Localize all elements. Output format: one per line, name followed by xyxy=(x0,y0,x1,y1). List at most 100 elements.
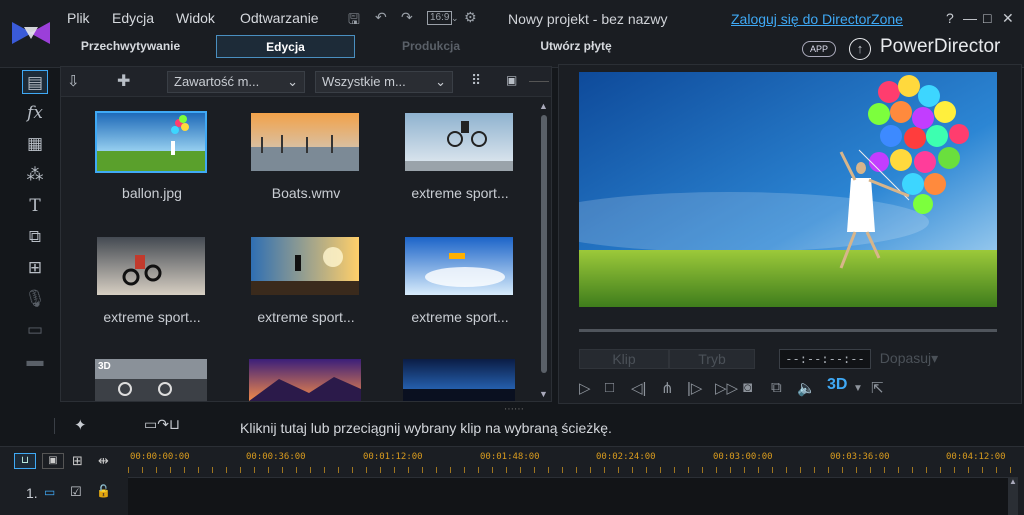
scroll-down-icon[interactable]: ▼ xyxy=(539,389,548,399)
timeline-scrollbar[interactable]: ▲ xyxy=(1008,477,1018,515)
3d-mode-button[interactable]: 3D xyxy=(827,376,847,394)
ruler-tick-label: 00:01:48:00 xyxy=(480,452,540,462)
next-frame-icon[interactable]: |▷ xyxy=(687,379,702,397)
thumbnail-extreme-sport-skydive[interactable] xyxy=(403,235,515,297)
thumbnail-night-sky[interactable] xyxy=(403,359,515,401)
scroll-up-icon[interactable]: ▲ xyxy=(539,101,548,111)
movie-mode-button[interactable]: Tryb xyxy=(669,349,755,369)
snapshot-camera-icon[interactable]: ◙ xyxy=(743,379,752,396)
chevron-down-icon[interactable]: ⌄ xyxy=(451,13,459,24)
storyboard-view-icon[interactable]: ▣ xyxy=(42,453,64,469)
thumbnail-size-icon[interactable]: ▣ xyxy=(506,73,517,87)
thumbnail-balloon[interactable] xyxy=(95,111,207,173)
scroll-up-icon[interactable]: ▲ xyxy=(1009,477,1017,486)
menu-view[interactable]: Widok xyxy=(176,10,215,26)
thumbnail-boats[interactable] xyxy=(249,111,361,173)
fit-timeline-icon[interactable]: ⇹ xyxy=(98,453,109,469)
undo-icon[interactable]: ↶ xyxy=(375,9,387,26)
track-manager-icon[interactable]: ⊞ xyxy=(72,453,83,469)
thumbnail-sunset[interactable] xyxy=(249,359,361,401)
timeline-hint: Kliknij tutaj lub przeciągnij wybrany kl… xyxy=(240,420,612,436)
scrollbar-thumb[interactable] xyxy=(541,115,547,373)
timeline-view-icon[interactable]: ⊔ xyxy=(14,453,36,469)
gear-icon[interactable]: ⚙ xyxy=(464,9,477,26)
pip-objects-icon[interactable]: ▦ xyxy=(22,132,48,156)
directorzone-login-link[interactable]: Zaloguj się do DirectorZone xyxy=(731,11,903,27)
volume-icon[interactable]: 🔈 xyxy=(797,379,816,397)
microphone-icon[interactable]: 🎙 xyxy=(22,287,48,311)
split-icon[interactable]: ⋔ xyxy=(661,379,674,397)
upgrade-arrow-icon[interactable]: ↑ xyxy=(849,38,871,60)
library-scrollbar[interactable]: ▲ ▼ xyxy=(539,101,549,401)
tab-produce[interactable]: Produkcja xyxy=(366,35,496,58)
close-button[interactable]: ✕ xyxy=(1002,10,1014,27)
thumbnail-3d-bikes[interactable]: 3D xyxy=(95,359,207,401)
lock-icon[interactable]: 🔓 xyxy=(96,484,111,498)
menu-file[interactable]: Plik xyxy=(67,10,90,26)
ruler-tick-label: 00:02:24:00 xyxy=(596,452,656,462)
app-badge[interactable]: APP xyxy=(802,41,836,57)
library-item[interactable]: ballon.jpg xyxy=(77,111,227,226)
thumbnail-extreme-sport-bmx[interactable] xyxy=(403,111,515,173)
undock-preview-icon[interactable]: ⇱ xyxy=(871,379,884,397)
slideshow-storyboard-icon[interactable]: ▭↷⊔ xyxy=(144,416,180,433)
help-button[interactable]: ? xyxy=(946,10,954,26)
stop-icon[interactable]: □ xyxy=(605,379,614,396)
save-icon[interactable]: 🖫 xyxy=(348,9,360,33)
thumbnail-extreme-sport-skate[interactable] xyxy=(249,235,361,297)
filter-dropdown[interactable]: Wszystkie m... ⌄ xyxy=(315,71,453,93)
timecode-display[interactable]: --:--:--:-- xyxy=(779,349,871,369)
previous-frame-icon[interactable]: ◁| xyxy=(631,379,646,397)
maximize-button[interactable]: □ xyxy=(983,10,991,26)
video-track-icon[interactable]: ▭ xyxy=(44,485,55,499)
video-track-1[interactable] xyxy=(128,477,1008,515)
plugin-puzzle-icon[interactable]: ✚ xyxy=(117,71,130,91)
timeline-panel: ⊔ ▣ ⊞ ⇹ 00:00:00:00 00:00:36:00 00:01:12… xyxy=(0,446,1024,515)
library-item[interactable]: extreme sport... xyxy=(77,235,227,350)
tab-edit[interactable]: Edycja xyxy=(216,35,355,58)
redo-icon[interactable]: ↷ xyxy=(401,9,413,26)
timeline-ruler[interactable]: 00:00:00:00 00:00:36:00 00:01:12:00 00:0… xyxy=(128,447,1024,475)
fit-dropdown[interactable]: Dopasuj▾ xyxy=(879,349,939,369)
caret-down-icon[interactable]: ▼ xyxy=(853,383,863,394)
clip-mode-button[interactable]: Klip xyxy=(579,349,669,369)
item-label: extreme sport... xyxy=(411,185,509,201)
magic-tools-icon[interactable]: ✦ xyxy=(74,416,87,434)
fast-forward-icon[interactable]: ▷▷ xyxy=(715,379,738,397)
library-item[interactable]: Boats.wmv xyxy=(231,111,381,226)
chapter-room-icon[interactable]: ▭ xyxy=(22,318,48,342)
minimize-button[interactable]: — xyxy=(963,10,977,26)
menu-playback[interactable]: Odtwarzanie xyxy=(240,10,319,26)
library-item[interactable]: extreme sport... xyxy=(385,111,535,226)
preview-panel: Klip Tryb --:--:--:-- Dopasuj▾ ▷ □ ◁| ⋔ … xyxy=(558,64,1022,404)
enable-track-checkbox[interactable]: ☑ xyxy=(70,484,82,500)
particle-room-icon[interactable]: ⁂ xyxy=(22,163,48,187)
import-media-icon[interactable]: ⇩ xyxy=(67,72,80,90)
preview-quality-icon[interactable]: ⧉ xyxy=(771,379,782,396)
effects-room-icon[interactable]: fx xyxy=(22,101,48,125)
preview-viewer[interactable] xyxy=(579,72,997,307)
thumbnail-extreme-sport-moto[interactable] xyxy=(95,235,207,297)
tab-capture[interactable]: Przechwytywanie xyxy=(63,35,198,58)
tab-create-disc[interactable]: Utwórz płytę xyxy=(510,35,642,58)
resize-handle[interactable]: ⋯⋯ xyxy=(504,404,524,415)
aspect-ratio-button[interactable]: 16:9 xyxy=(427,11,453,25)
subtitle-room-icon[interactable]: ▬ xyxy=(22,349,48,373)
library-item[interactable]: extreme sport... xyxy=(385,235,535,350)
play-icon[interactable]: ▷ xyxy=(579,379,591,397)
powerdirector-logo xyxy=(12,22,50,44)
filter-dropdown-value: Wszystkie m... xyxy=(322,74,406,89)
media-room-icon[interactable]: ▤ xyxy=(22,70,48,94)
library-toolbar: ⇩ ✚ Zawartość m... ⌄ Wszystkie m... ⌄ ⠿ … xyxy=(61,67,551,97)
zoom-slider[interactable] xyxy=(529,81,549,82)
playback-progress[interactable] xyxy=(579,329,997,332)
badge-3d: 3D xyxy=(98,361,111,372)
title-room-icon[interactable]: T xyxy=(22,194,48,218)
fit-dropdown-value: Dopasuj xyxy=(879,350,932,366)
audio-mixing-icon[interactable]: ⊞ xyxy=(22,256,48,280)
grid-view-icon[interactable]: ⠿ xyxy=(471,72,481,89)
transition-room-icon[interactable]: ⧉ xyxy=(22,225,48,249)
menu-edit[interactable]: Edycja xyxy=(112,10,154,26)
content-dropdown[interactable]: Zawartość m... ⌄ xyxy=(167,71,305,93)
library-item[interactable]: extreme sport... xyxy=(231,235,381,350)
